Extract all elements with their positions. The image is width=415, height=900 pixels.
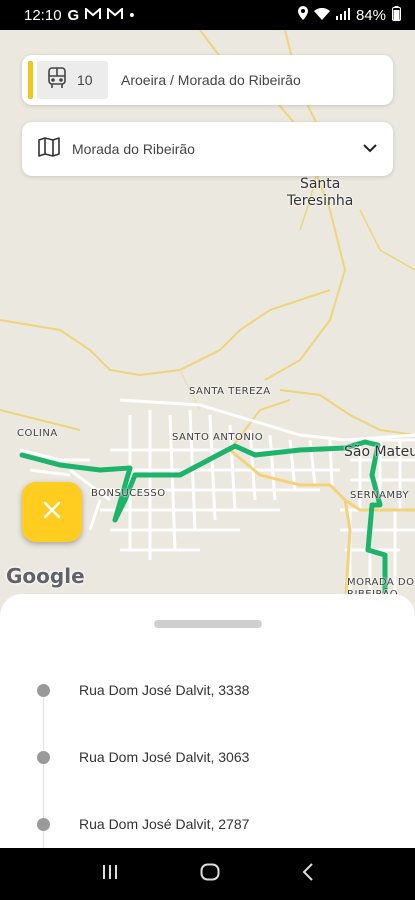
map-label-sao-mateus: São Mateu: [344, 444, 415, 460]
stop-dot: [37, 683, 50, 697]
map-label-santo-antonio: SANTO ANTONIO: [172, 432, 264, 443]
stop-dot: [37, 750, 50, 764]
gmail-notification-icon: [85, 6, 102, 24]
signal-icon: [335, 7, 350, 24]
battery-icon: [392, 5, 401, 25]
gmail-notification-icon-2: [107, 6, 124, 24]
wifi-icon: [313, 7, 330, 24]
route-card[interactable]: 10 Aroeira / Morada do Ribeirão: [22, 55, 393, 105]
destination-select[interactable]: Morada do Ribeirão: [22, 122, 393, 176]
back-icon[interactable]: [302, 862, 314, 886]
chevron-down-icon: [363, 140, 377, 158]
destination-label: Morada do Ribeirão: [72, 141, 195, 157]
stop-name: Rua Dom José Dalvit, 2787: [79, 816, 250, 832]
map-label-colina: COLINA: [17, 428, 58, 439]
close-icon: [43, 501, 61, 524]
map-label-sernamby: SERNAMBY: [350, 490, 409, 501]
map-label-santa-teresinha-text: Santa Teresinha: [287, 176, 354, 209]
home-icon[interactable]: [200, 863, 220, 886]
stop-name: Rua Dom José Dalvit, 3338: [79, 682, 250, 698]
close-button[interactable]: [22, 482, 82, 542]
stop-item[interactable]: Rua Dom José Dalvit, 2787: [37, 814, 377, 834]
map-label-santa-tereza: SANTA TEREZA: [189, 386, 271, 397]
route-name: Aroeira / Morada do Ribeirão: [121, 72, 301, 88]
google-notification-icon: G: [67, 6, 80, 24]
battery-percentage: 84%: [355, 6, 386, 24]
system-nav-bar: [0, 848, 415, 900]
more-notifications-icon: •: [129, 6, 135, 24]
map-icon: [38, 136, 60, 162]
route-accent-bar: [28, 61, 33, 99]
status-bar: 12:10 G • 84%: [0, 0, 415, 30]
route-badge: 10: [37, 61, 108, 99]
map-label-santa-teresinha: Santa Teresinha: [287, 176, 353, 210]
google-attribution-logo: Google: [6, 564, 85, 588]
sheet-drag-handle[interactable]: [154, 620, 262, 628]
stop-item[interactable]: Rua Dom José Dalvit, 3338: [37, 680, 377, 700]
route-number: 10: [77, 72, 93, 88]
bus-icon: [47, 66, 67, 94]
status-time: 12:10: [24, 6, 62, 24]
location-icon: [297, 6, 308, 24]
map-label-bonsucesso: BONSUCESSO: [91, 488, 166, 499]
stop-dot: [37, 817, 50, 831]
recent-apps-icon[interactable]: [101, 864, 119, 885]
stop-item[interactable]: Rua Dom José Dalvit, 3063: [37, 747, 377, 767]
stops-bottom-sheet[interactable]: Rua Dom José Dalvit, 3338 Rua Dom José D…: [0, 594, 415, 848]
stop-name: Rua Dom José Dalvit, 3063: [79, 749, 250, 765]
